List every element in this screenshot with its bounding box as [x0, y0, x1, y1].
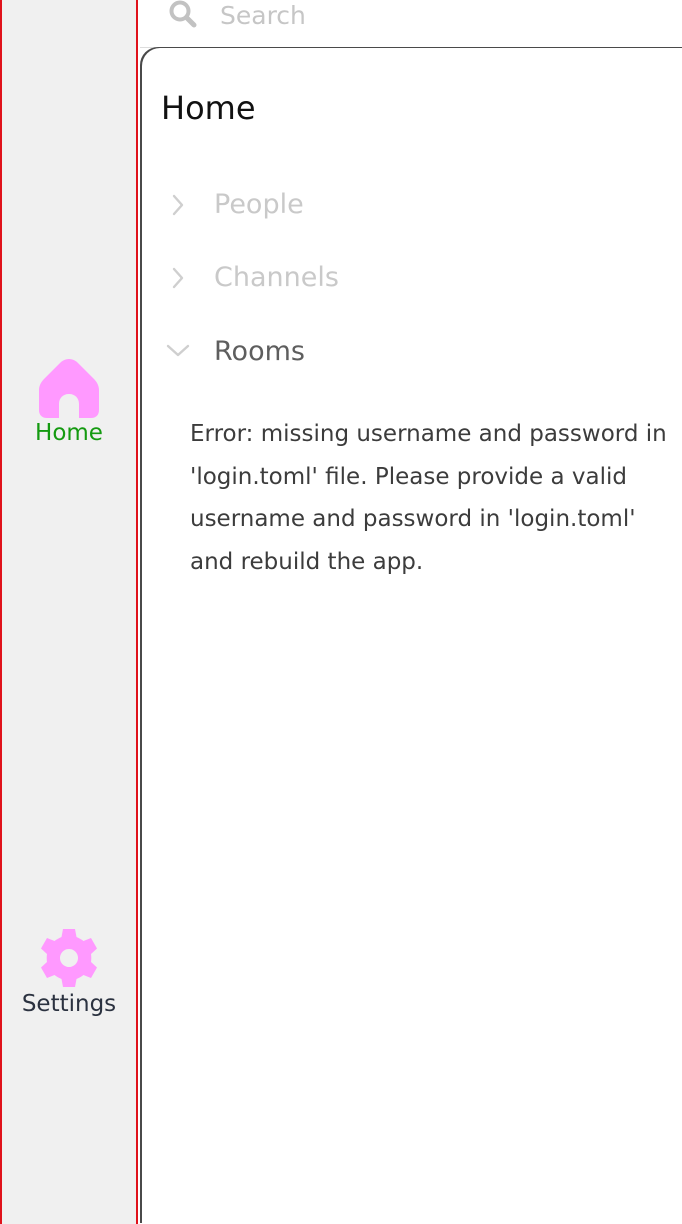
- error-message: Error: missing username and password in …: [190, 421, 667, 575]
- sidebar-item-label: Settings: [21, 991, 117, 1017]
- section-header-channels[interactable]: Channels: [162, 258, 662, 298]
- sidebar-item-settings[interactable]: Settings: [2, 927, 136, 1018]
- section-header-people[interactable]: People: [162, 185, 662, 225]
- chevron-right-icon: [172, 194, 184, 216]
- page-title: Home: [161, 89, 256, 127]
- gear-icon: [41, 929, 97, 987]
- app-window: Home Settings Home People Channel: [0, 0, 682, 1224]
- section-header-rooms[interactable]: Rooms: [162, 332, 662, 372]
- sidebar: Home Settings: [0, 0, 138, 1224]
- section-label: People: [214, 189, 304, 220]
- section-label: Channels: [214, 262, 339, 293]
- search-input[interactable]: [220, 0, 660, 30]
- chevron-right-icon: [172, 267, 184, 289]
- search-bar: [140, 0, 682, 48]
- main-content: Home People Channels Rooms Error: missin…: [142, 48, 682, 1224]
- sidebar-item-label: Home: [35, 420, 103, 446]
- home-icon: [39, 359, 99, 418]
- chevron-down-icon: [166, 344, 190, 357]
- sidebar-item-home[interactable]: Home: [2, 356, 136, 447]
- section-label: Rooms: [214, 336, 305, 367]
- search-icon: [169, 0, 197, 28]
